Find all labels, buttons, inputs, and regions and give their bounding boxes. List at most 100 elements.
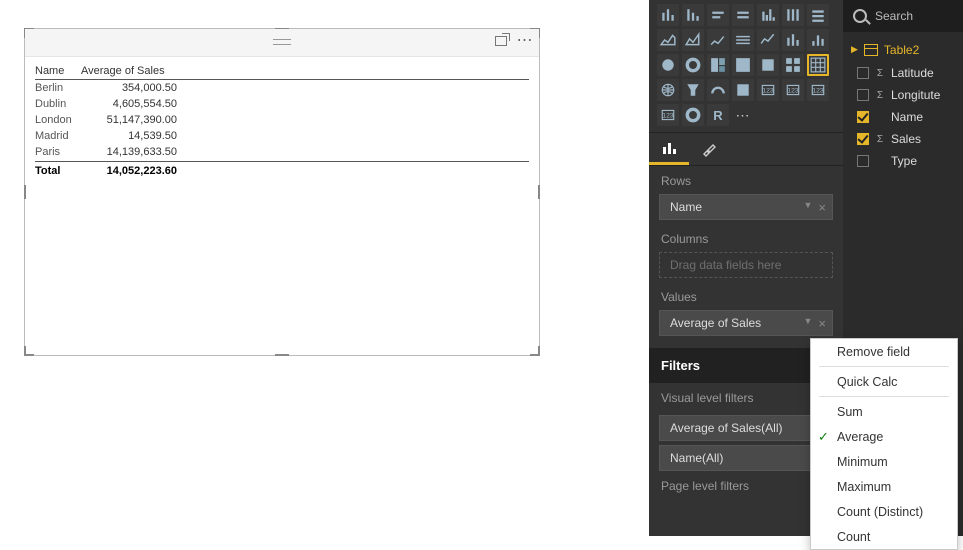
search-icon — [853, 9, 867, 23]
values-field-label: Average of Sales — [670, 316, 761, 330]
viz-gauge[interactable] — [707, 79, 729, 101]
viz-funnel[interactable] — [682, 79, 704, 101]
viz-line[interactable] — [707, 29, 729, 51]
viz-multi-card[interactable]: 123 — [782, 79, 804, 101]
sigma-icon: Σ — [875, 68, 885, 79]
viz-pie[interactable] — [657, 54, 679, 76]
checkbox-icon[interactable] — [857, 67, 869, 79]
viz-globe[interactable] — [657, 79, 679, 101]
viz-stacked-column[interactable] — [757, 4, 779, 26]
remove-field-icon[interactable]: × — [818, 200, 826, 215]
viz-donut[interactable] — [682, 54, 704, 76]
viz-clustered-bar[interactable] — [682, 4, 704, 26]
viz-table[interactable] — [807, 54, 829, 76]
filter-name[interactable]: Name(All) — [659, 445, 833, 471]
viz-stacked-bar-h[interactable] — [707, 4, 729, 26]
viz-stacked-bar[interactable] — [657, 4, 679, 26]
field-type[interactable]: Type — [847, 150, 959, 172]
viz-line-column[interactable] — [757, 29, 779, 51]
check-icon: ✓ — [818, 429, 829, 445]
resize-handle-r[interactable] — [538, 185, 540, 199]
table-row: Berlin354,000.50 — [35, 80, 529, 96]
fields-search[interactable]: Search — [843, 0, 963, 32]
menu-separator — [819, 396, 949, 397]
values-section-title: Values — [649, 282, 843, 310]
search-placeholder: Search — [875, 9, 913, 23]
field-label: Sales — [891, 132, 921, 146]
table-node[interactable]: ▶ Table2 — [847, 38, 959, 62]
ctx-label: Sum — [837, 405, 863, 419]
checkbox-icon[interactable] — [857, 155, 869, 167]
viz-clustered-column[interactable] — [782, 4, 804, 26]
viz-treemap[interactable] — [707, 54, 729, 76]
viz-kpi[interactable]: 123 — [807, 79, 829, 101]
viz-100-stacked[interactable] — [807, 4, 829, 26]
ctx-remove-field[interactable]: Remove field — [811, 339, 957, 364]
ctx-sum[interactable]: Sum — [811, 399, 957, 424]
field-latitude[interactable]: ΣLatitude — [847, 62, 959, 84]
viz-scatter[interactable] — [807, 29, 829, 51]
resize-handle-b[interactable] — [275, 354, 289, 356]
viz-donut2[interactable] — [682, 104, 704, 126]
checkbox-icon[interactable] — [857, 133, 869, 145]
fields-tab[interactable] — [649, 133, 689, 165]
field-sales[interactable]: Σ Sales — [847, 128, 959, 150]
viz-slicer[interactable]: 123 — [657, 104, 679, 126]
field-name[interactable]: Name — [847, 106, 959, 128]
viz-waterfall[interactable] — [782, 29, 804, 51]
viz-more-visuals[interactable]: ⋯ — [732, 104, 754, 126]
ctx-count[interactable]: Count — [811, 524, 957, 549]
format-tab[interactable] — [689, 133, 729, 165]
filter-avg-sales[interactable]: Average of Sales(All) — [659, 415, 833, 441]
viz-card-num[interactable] — [732, 79, 754, 101]
drag-handle-icon[interactable] — [273, 39, 291, 45]
chevron-down-icon[interactable]: ▼ — [803, 316, 812, 331]
cell-value: 354,000.50 — [81, 80, 177, 96]
viz-clustered-bar-h[interactable] — [732, 4, 754, 26]
focus-mode-icon[interactable] — [493, 33, 509, 49]
resize-handle-br[interactable] — [530, 346, 540, 356]
cell-name: London — [35, 112, 81, 128]
viz-card[interactable]: 123 — [757, 79, 779, 101]
resize-handle-l[interactable] — [24, 185, 26, 199]
resize-handle-bl[interactable] — [24, 346, 34, 356]
visual-options-icon[interactable]: ⋯ — [517, 33, 533, 49]
cell-value: 14,539.50 — [81, 128, 177, 144]
ctx-maximum[interactable]: Maximum — [811, 474, 957, 499]
chevron-down-icon[interactable]: ▼ — [803, 200, 812, 215]
viz-filled-map[interactable] — [757, 54, 779, 76]
viz-ribbon[interactable] — [732, 29, 754, 51]
remove-field-icon[interactable]: × — [818, 316, 826, 331]
table-visual: Name Average of Sales Berlin354,000.50Du… — [25, 57, 539, 179]
viz-stacked-area[interactable] — [682, 29, 704, 51]
viz-map[interactable] — [732, 54, 754, 76]
viz-matrix[interactable] — [782, 54, 804, 76]
columns-drop-area[interactable]: Drag data fields here — [659, 252, 833, 278]
svg-text:123: 123 — [662, 112, 674, 119]
aggregation-context-menu[interactable]: Remove field Quick Calc Sum ✓AverageMinimum… — [810, 338, 958, 550]
ctx-count-distinct-[interactable]: Count (Distinct) — [811, 499, 957, 524]
ctx-average[interactable]: ✓Average — [811, 424, 957, 449]
ctx-label: Count — [837, 530, 870, 544]
checkbox-icon[interactable] — [857, 89, 869, 101]
report-canvas[interactable]: ⋯ Name Average of Sales Berlin354,000.50… — [0, 0, 649, 536]
col-header-name[interactable]: Name — [35, 65, 81, 77]
cell-name: Madrid — [35, 128, 81, 144]
rows-field-label: Name — [670, 200, 702, 214]
ctx-quick-calc[interactable]: Quick Calc — [811, 369, 957, 394]
checkbox-icon[interactable] — [857, 111, 869, 123]
visual-header: ⋯ — [25, 29, 539, 57]
ctx-label: Quick Calc — [837, 375, 897, 389]
col-header-avg[interactable]: Average of Sales — [81, 65, 177, 77]
paintbrush-icon — [701, 141, 717, 157]
ctx-minimum[interactable]: Minimum — [811, 449, 957, 474]
sigma-icon: Σ — [875, 134, 885, 145]
rows-field-pill[interactable]: Name ▼ × — [659, 194, 833, 220]
values-field-pill[interactable]: Average of Sales ▼ × — [659, 310, 833, 336]
viz-area[interactable] — [657, 29, 679, 51]
field-longitute[interactable]: ΣLongitute — [847, 84, 959, 106]
visual-frame[interactable]: ⋯ Name Average of Sales Berlin354,000.50… — [24, 28, 540, 356]
viz-r-script[interactable]: R — [707, 104, 729, 126]
ctx-label: Count (Distinct) — [837, 505, 923, 519]
table-row: Dublin4,605,554.50 — [35, 96, 529, 112]
